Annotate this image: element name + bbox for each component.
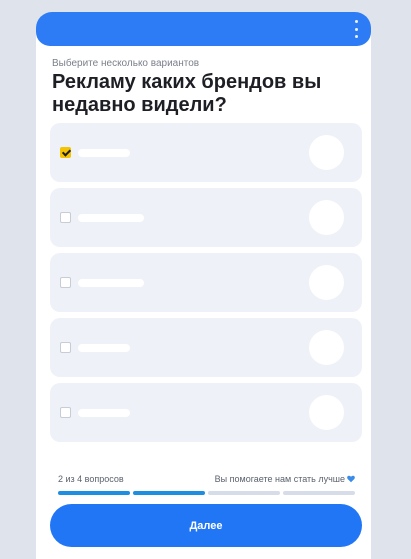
checkbox[interactable] bbox=[60, 212, 71, 223]
brand-logo-placeholder bbox=[309, 330, 344, 365]
progress-segment bbox=[208, 491, 280, 495]
option-1[interactable] bbox=[50, 123, 362, 182]
option-label-placeholder bbox=[78, 344, 130, 352]
checkbox-checked[interactable] bbox=[60, 147, 71, 158]
progress-segment bbox=[283, 491, 355, 495]
progress-segment bbox=[58, 491, 130, 495]
option-label-placeholder bbox=[78, 409, 130, 417]
progress-segment bbox=[133, 491, 205, 495]
question-title: Рекламу каких брендов вы недавно видели? bbox=[52, 71, 322, 116]
survey-card: Выберите несколько вариантов Рекламу как… bbox=[36, 12, 371, 559]
kebab-dot bbox=[354, 35, 358, 38]
checkbox[interactable] bbox=[60, 277, 71, 288]
blue-heart-icon bbox=[347, 475, 355, 483]
brand-logo-placeholder bbox=[309, 395, 344, 430]
option-label-placeholder bbox=[78, 149, 130, 157]
brand-logo-placeholder bbox=[309, 135, 344, 170]
option-5[interactable] bbox=[50, 383, 362, 442]
checkbox[interactable] bbox=[60, 342, 71, 353]
question-hint: Выберите несколько вариантов bbox=[52, 58, 200, 69]
kebab-menu-icon[interactable] bbox=[351, 20, 361, 38]
option-label-placeholder bbox=[78, 279, 144, 287]
progress-message-text: Вы помогаете нам стать лучше bbox=[214, 474, 345, 484]
option-label-placeholder bbox=[78, 214, 144, 222]
kebab-dot bbox=[354, 20, 358, 23]
header-bar bbox=[36, 12, 371, 46]
brand-logo-placeholder bbox=[309, 200, 344, 235]
progress-message: Вы помогаете нам стать лучше bbox=[215, 474, 355, 484]
progress-bar bbox=[58, 491, 355, 495]
options-list bbox=[50, 123, 362, 448]
brand-logo-placeholder bbox=[309, 265, 344, 300]
checkbox[interactable] bbox=[60, 407, 71, 418]
next-button[interactable]: Далее bbox=[50, 504, 362, 547]
option-3[interactable] bbox=[50, 253, 362, 312]
option-4[interactable] bbox=[50, 318, 362, 377]
progress-counter: 2 из 4 вопросов bbox=[58, 474, 124, 484]
option-2[interactable] bbox=[50, 188, 362, 247]
kebab-dot bbox=[354, 27, 358, 31]
